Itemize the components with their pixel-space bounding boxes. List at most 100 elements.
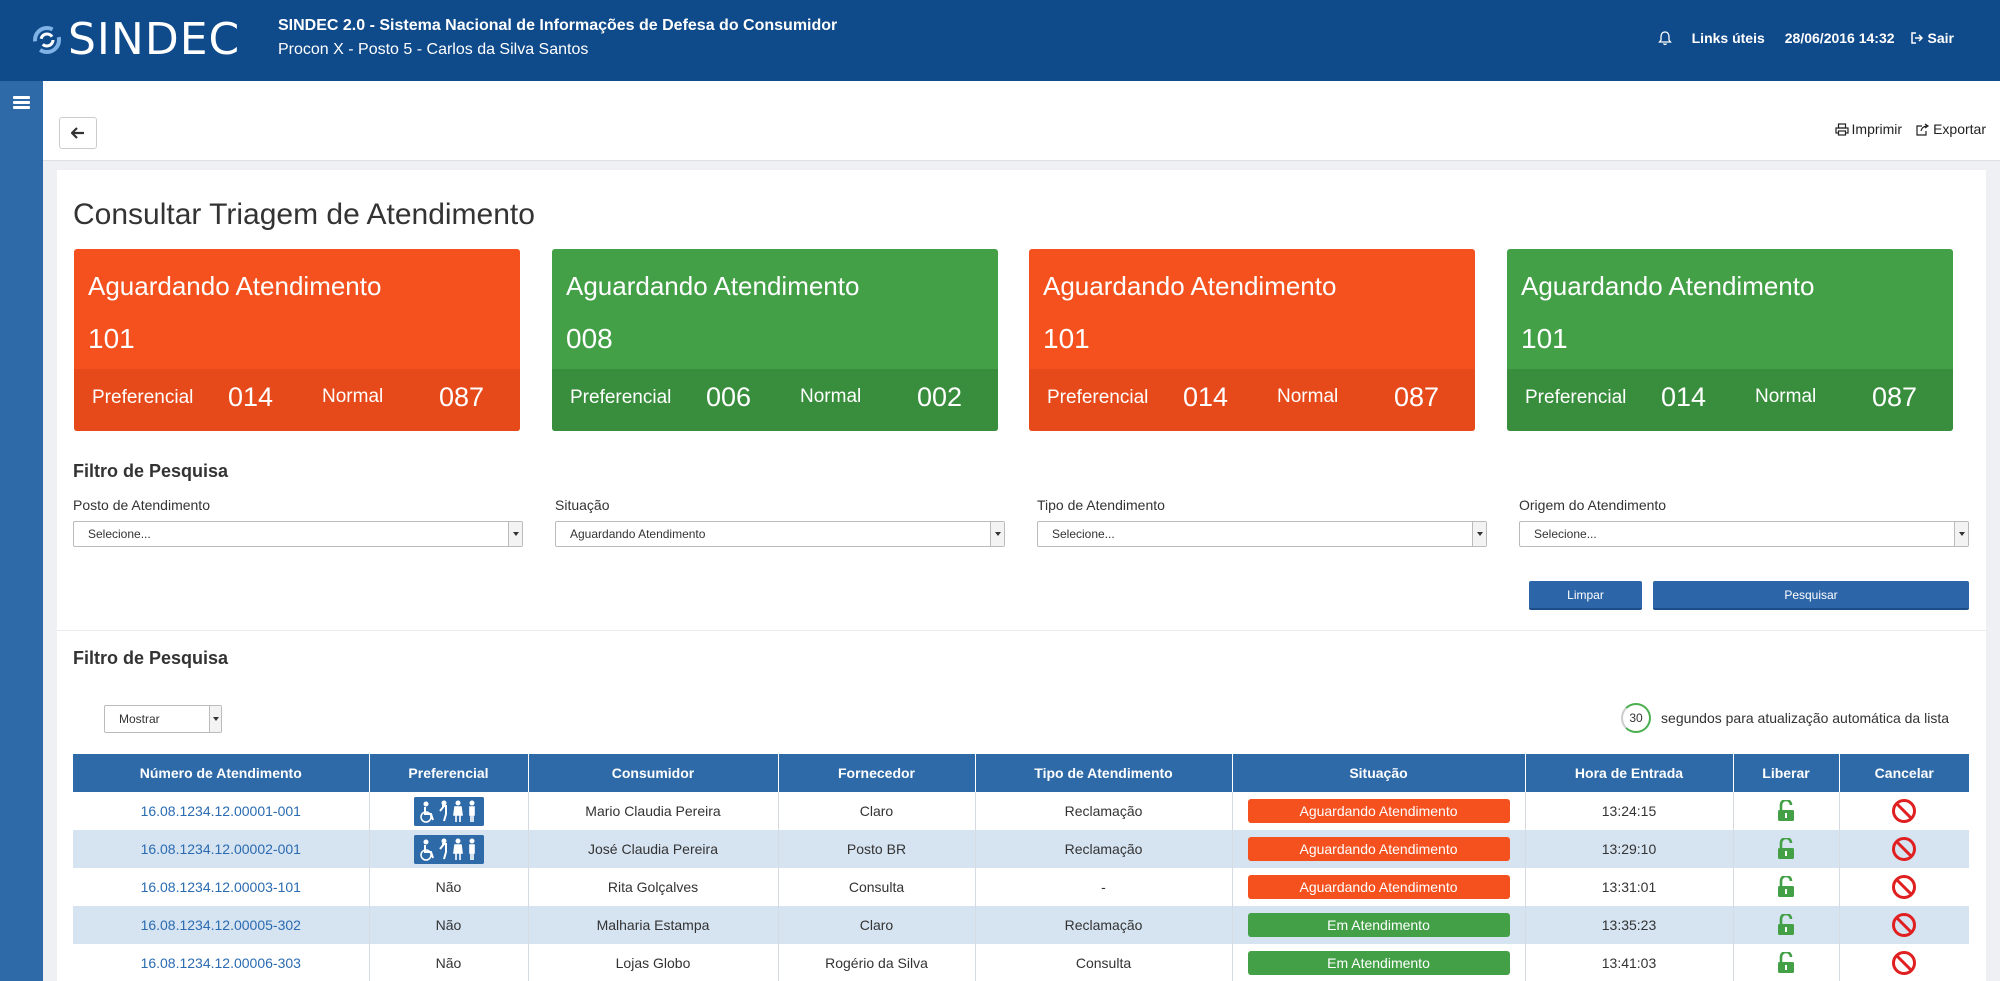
export-icon — [1916, 123, 1930, 136]
unlock-icon[interactable] — [1777, 800, 1795, 822]
row-numero-link[interactable]: 16.08.1234.12.00002-001 — [73, 830, 370, 868]
card-normal-label: Normal — [322, 386, 384, 407]
row-numero-link[interactable]: 16.08.1234.12.00005-302 — [73, 906, 370, 944]
row-numero-link[interactable]: 16.08.1234.12.00003-101 — [73, 868, 370, 906]
col-header-tipo[interactable]: Tipo de Atendimento — [975, 754, 1233, 792]
row-tipo: - — [975, 868, 1233, 906]
unlock-icon[interactable] — [1777, 952, 1795, 974]
col-header-cancelar: Cancelar — [1839, 754, 1969, 792]
card-breakdown: Preferencial 014 Normal 087 — [1507, 369, 1953, 431]
card-pref-label: Preferencial — [1525, 387, 1627, 408]
back-button[interactable] — [59, 117, 97, 149]
origem-select-value: Selecione... — [1534, 527, 1597, 541]
posto-select[interactable]: Selecione... — [73, 521, 523, 547]
card-total: 101 — [1043, 323, 1090, 354]
col-header-fornecedor[interactable]: Fornecedor — [778, 754, 976, 792]
status-badge: Aguardando Atendimento — [1247, 875, 1510, 899]
col-header-consumidor[interactable]: Consumidor — [528, 754, 779, 792]
row-consumidor: Lojas Globo — [528, 944, 779, 981]
cancel-icon[interactable] — [1891, 798, 1917, 824]
chevron-down-icon — [990, 522, 1004, 546]
card-normal-value: 087 — [1872, 382, 1918, 412]
page-title: Consultar Triagem de Atendimento — [73, 198, 535, 231]
logout-button[interactable]: Sair — [1910, 30, 1954, 46]
sindec-logo[interactable]: SINDEC — [32, 18, 240, 62]
status-badge: Em Atendimento — [1247, 951, 1510, 975]
origem-select[interactable]: Selecione... — [1519, 521, 1969, 547]
cancel-icon[interactable] — [1891, 836, 1917, 862]
row-preferencial — [369, 792, 529, 830]
export-button[interactable]: Exportar — [1916, 121, 1986, 137]
chevron-down-icon — [1954, 522, 1968, 546]
logo-text: SINDEC — [68, 14, 241, 65]
results-table: Número de Atendimento Preferencial Consu… — [73, 754, 1969, 981]
row-situacao: Em Atendimento — [1232, 944, 1526, 981]
bell-icon[interactable] — [1657, 30, 1672, 46]
row-hora: 13:31:01 — [1525, 868, 1734, 906]
header-datetime: 28/06/2016 14:32 — [1784, 30, 1895, 46]
table-row: 16.08.1234.12.00002-001 José Claudia Per… — [73, 830, 1969, 868]
back-arrow-icon — [71, 127, 84, 139]
status-badge: Aguardando Atendimento — [1247, 837, 1510, 861]
row-preferencial — [369, 830, 529, 868]
clear-button[interactable]: Limpar — [1529, 581, 1642, 610]
row-consumidor: José Claudia Pereira — [528, 830, 779, 868]
search-button[interactable]: Pesquisar — [1653, 581, 1969, 610]
row-numero-link[interactable]: 16.08.1234.12.00006-303 — [73, 944, 370, 981]
tipo-select[interactable]: Selecione... — [1037, 521, 1487, 547]
unlock-icon[interactable] — [1777, 876, 1795, 898]
col-header-numero[interactable]: Número de Atendimento — [73, 754, 370, 792]
export-label: Exportar — [1933, 121, 1986, 137]
tipo-select-value: Selecione... — [1052, 527, 1115, 541]
row-liberar — [1733, 868, 1840, 906]
row-tipo: Reclamação — [975, 906, 1233, 944]
row-hora: 13:24:15 — [1525, 792, 1734, 830]
card-title: Aguardando Atendimento — [1521, 271, 1815, 301]
cancel-icon[interactable] — [1891, 874, 1917, 900]
row-situacao: Aguardando Atendimento — [1232, 830, 1526, 868]
card-pref-value: 006 — [706, 382, 752, 412]
col-header-preferencial[interactable]: Preferencial — [369, 754, 529, 792]
row-cancelar — [1839, 792, 1969, 830]
row-consumidor: Malharia Estampa — [528, 906, 779, 944]
row-numero-link[interactable]: 16.08.1234.12.00001-001 — [73, 792, 370, 830]
logo-swirl-icon — [33, 26, 61, 54]
chevron-down-icon — [508, 522, 522, 546]
row-hora: 13:41:03 — [1525, 944, 1734, 981]
card-pref-label: Preferencial — [1047, 387, 1149, 408]
logout-icon — [1910, 32, 1923, 44]
cancel-icon[interactable] — [1891, 950, 1917, 976]
row-liberar — [1733, 906, 1840, 944]
menu-icon[interactable] — [13, 96, 30, 110]
card-normal-label: Normal — [800, 386, 862, 407]
top-header: SINDEC SINDEC 2.0 - Sistema Nacional de … — [0, 0, 2000, 81]
unlock-icon[interactable] — [1777, 838, 1795, 860]
col-header-hora[interactable]: Hora de Entrada — [1525, 754, 1734, 792]
card-breakdown: Preferencial 014 Normal 087 — [74, 369, 520, 431]
row-hora: 13:29:10 — [1525, 830, 1734, 868]
cancel-icon[interactable] — [1891, 912, 1917, 938]
card-total: 008 — [566, 323, 613, 354]
timer-text: segundos para atualização automática da … — [1661, 710, 1949, 726]
row-cancelar — [1839, 868, 1969, 906]
card-pref-label: Preferencial — [570, 387, 672, 408]
row-cancelar — [1839, 906, 1969, 944]
situacao-select[interactable]: Aguardando Atendimento — [555, 521, 1005, 547]
links-uteis-link[interactable]: Links úteis — [1692, 30, 1765, 46]
card-pref-value: 014 — [228, 382, 274, 412]
card-pref-value: 014 — [1661, 382, 1707, 412]
toolbar-actions: Imprimir Exportar — [1821, 121, 1986, 137]
row-preferencial: Não — [369, 906, 529, 944]
show-select[interactable]: Mostrar — [104, 705, 222, 733]
row-situacao: Em Atendimento — [1232, 906, 1526, 944]
chevron-down-icon — [209, 706, 221, 732]
filter-section-title: Filtro de Pesquisa — [73, 461, 229, 481]
print-button[interactable]: Imprimir — [1834, 121, 1902, 137]
auto-refresh-timer: 30 segundos para atualização automática … — [1621, 703, 1949, 733]
row-cancelar — [1839, 944, 1969, 981]
unlock-icon[interactable] — [1777, 914, 1795, 936]
row-liberar — [1733, 830, 1840, 868]
card-title: Aguardando Atendimento — [566, 271, 860, 301]
col-header-situacao[interactable]: Situação — [1232, 754, 1526, 792]
table-header-row: Número de Atendimento Preferencial Consu… — [73, 754, 1969, 792]
